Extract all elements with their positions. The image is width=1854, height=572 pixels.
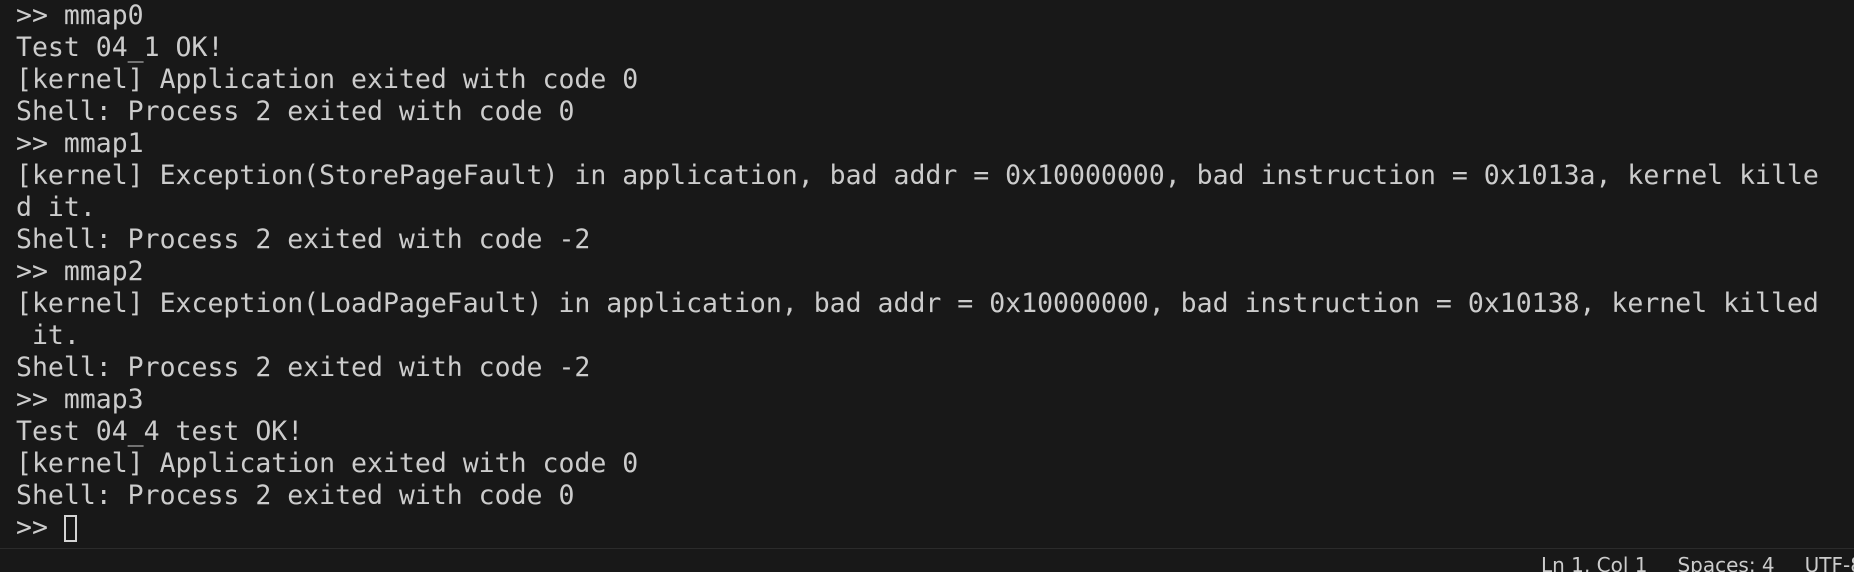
terminal-line: Shell: Process 2 exited with code -2 — [16, 224, 591, 255]
status-indentation[interactable]: Spaces: 4 — [1677, 554, 1774, 572]
terminal-line: Shell: Process 2 exited with code 0 — [16, 480, 575, 511]
status-bar: Ln 1, Col 1 Spaces: 4 UTF-8 — [0, 548, 1854, 572]
terminal-line: it. — [16, 320, 80, 351]
terminal-line: [kernel] Exception(StorePageFault) in ap… — [16, 160, 1819, 191]
terminal-line: Test 04_1 OK! — [16, 32, 224, 63]
status-bar-items: Ln 1, Col 1 Spaces: 4 UTF-8 — [1541, 554, 1854, 572]
status-encoding[interactable]: UTF-8 — [1805, 554, 1854, 572]
terminal-line: >> mmap2 — [16, 256, 144, 287]
terminal-panel[interactable]: >> mmap0 Test 04_1 OK! [kernel] Applicat… — [0, 0, 1854, 548]
terminal-prompt: >> — [16, 512, 64, 543]
terminal-cursor — [63, 514, 77, 542]
terminal-line: Shell: Process 2 exited with code 0 — [16, 96, 575, 127]
terminal-line: Test 04_4 test OK! — [16, 416, 304, 447]
terminal-line: >> mmap3 — [16, 384, 144, 415]
terminal-output: >> mmap0 Test 04_1 OK! [kernel] Applicat… — [16, 0, 1846, 544]
terminal-line: [kernel] Application exited with code 0 — [16, 448, 639, 479]
terminal-line: >> mmap0 — [16, 0, 144, 31]
terminal-line: [kernel] Exception(LoadPageFault) in app… — [16, 288, 1819, 319]
terminal-line: >> mmap1 — [16, 128, 144, 159]
terminal-prompt-line[interactable]: >> — [16, 512, 1846, 544]
terminal-line: [kernel] Application exited with code 0 — [16, 64, 639, 95]
terminal-line: d it. — [16, 192, 96, 223]
status-line-col[interactable]: Ln 1, Col 1 — [1541, 554, 1647, 572]
terminal-line: Shell: Process 2 exited with code -2 — [16, 352, 591, 383]
